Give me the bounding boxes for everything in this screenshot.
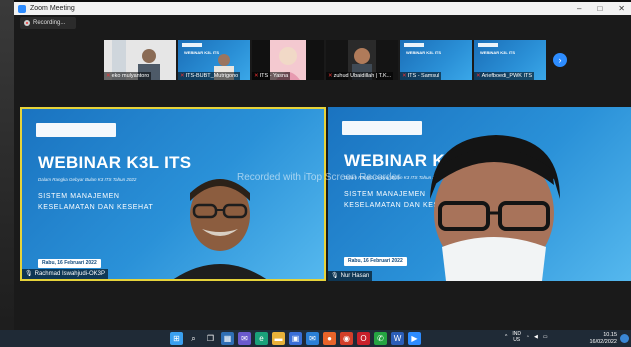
desktop-edge <box>0 0 14 347</box>
participant-thumb[interactable]: ✕zuhud Ubaidillah | T.K... <box>326 40 398 80</box>
chevron-right-icon[interactable]: › <box>553 53 567 67</box>
whatsapp-icon[interactable]: ✆ <box>374 332 387 345</box>
participant-thumb[interactable]: ✕eko mulyantoro <box>104 40 176 80</box>
participant-thumb[interactable]: WEBINAR K3L ITS ✕ITS - Samsul <box>400 40 472 80</box>
chat-icon[interactable]: ✉ <box>238 332 251 345</box>
muted-mic-icon: ✕ <box>106 73 111 79</box>
slide-date: Rabu, 16 Februari 2022 <box>344 257 407 266</box>
participant-name: ✕eko mulyantoro <box>104 72 152 80</box>
store-icon[interactable]: ▣ <box>289 332 302 345</box>
mic-icon: 🎙 <box>25 271 33 277</box>
participant-name: ✕Ariefboedi_PWK ITS <box>474 72 535 80</box>
screen: Zoom Meeting – □ ✕ Recording... ✕eko mul… <box>0 0 631 347</box>
edge-icon[interactable]: e <box>255 332 268 345</box>
participant-name: ✕ITS - Samsul <box>400 72 442 80</box>
muted-mic-icon: ✕ <box>476 73 481 79</box>
participant-name: ✕ITS - Yasna <box>252 72 291 80</box>
language-indicator[interactable]: IND US <box>512 331 521 343</box>
slide-logos <box>36 123 116 137</box>
muted-mic-icon: ✕ <box>328 73 333 79</box>
chrome-icon[interactable]: ◉ <box>340 332 353 345</box>
widgets-icon[interactable]: ▦ <box>221 332 234 345</box>
zoom-icon[interactable]: ▶ <box>408 332 421 345</box>
participant-name-label: 🎙 Nur Hasan <box>328 271 373 281</box>
wifi-icon[interactable]: ◔ <box>526 334 529 340</box>
mail-icon[interactable]: ✉ <box>306 332 319 345</box>
participant-name-label: 🎙 Rachmad Iswahjudi-OK3P <box>22 269 108 279</box>
opera-icon[interactable]: O <box>357 332 370 345</box>
word-icon[interactable]: W <box>391 332 404 345</box>
window-titlebar[interactable]: Zoom Meeting – □ ✕ <box>14 2 631 15</box>
recording-label: Recording... <box>33 20 66 26</box>
speaker-video <box>174 179 266 279</box>
muted-mic-icon: ✕ <box>180 73 185 79</box>
taskbar: ⊞ ⌕ ❐ ▦ ✉ e ▬ ▣ ✉ ● ◉ O ✆ W ▶ ^ IND US ◔ … <box>0 330 631 347</box>
firefox-icon[interactable]: ● <box>323 332 336 345</box>
minimize-button[interactable]: – <box>577 2 581 15</box>
muted-mic-icon: ✕ <box>254 73 259 79</box>
task-view-icon[interactable]: ❐ <box>204 332 217 345</box>
participant-thumb[interactable]: WEBINAR K3L ITS ✕ITS-BUBT_Mutrigono <box>178 40 250 80</box>
notification-icon[interactable] <box>620 334 629 343</box>
slide-logos <box>342 121 422 135</box>
maximize-button[interactable]: □ <box>597 2 602 15</box>
participant-name: ✕ITS-BUBT_Mutrigono <box>178 72 241 80</box>
participant-video <box>430 135 560 281</box>
clock-time: 10.15 <box>603 332 617 338</box>
file-explorer-icon[interactable]: ▬ <box>272 332 285 345</box>
close-button[interactable]: ✕ <box>618 2 625 15</box>
recorder-watermark: Recorded with iTop Screen Recorder <box>237 172 401 183</box>
participant-tile[interactable]: WEBINAR K3L ITS Dalam Rangka Gebyar Bula… <box>328 107 631 281</box>
zoom-app-icon <box>18 4 26 13</box>
windows-icon[interactable]: ⊞ <box>170 332 183 345</box>
battery-icon[interactable]: ▭ <box>543 334 548 340</box>
slide-title: WEBINAR K3L ITS <box>38 153 192 172</box>
record-icon <box>24 20 30 26</box>
clock[interactable]: 10.15 16/02/2022 <box>589 332 617 346</box>
slide-subtitle: Dalam Rangka Gebyar Bulan K3 ITS Tahun 2… <box>38 177 137 182</box>
speaker-tile[interactable]: WEBINAR K3L ITS Dalam Rangka Gebyar Bula… <box>20 107 326 281</box>
volume-icon[interactable]: ◀ <box>534 334 538 340</box>
chevron-up-icon[interactable]: ^ <box>505 334 507 340</box>
clock-date: 16/02/2022 <box>589 339 617 345</box>
mic-icon: 🎙 <box>331 273 339 279</box>
participant-name: ✕zuhud Ubaidillah | T.K... <box>326 72 394 80</box>
search-icon[interactable]: ⌕ <box>187 332 200 345</box>
window-title: Zoom Meeting <box>30 5 75 12</box>
participant-thumb[interactable]: ✕ITS - Yasna <box>252 40 324 80</box>
muted-mic-icon: ✕ <box>402 73 407 79</box>
recording-indicator[interactable]: Recording... <box>20 17 76 29</box>
participant-thumb[interactable]: WEBINAR K3L ITS ✕Ariefboedi_PWK ITS <box>474 40 546 80</box>
participant-strip: ✕eko mulyantoro WEBINAR K3L ITS ✕ITS-BUB… <box>104 40 546 80</box>
slide-topic: SISTEM MANAJEMEN KESELAMATAN DAN KESEHAT <box>38 193 154 211</box>
system-tray: ^ IND US ◔ ◀ ▭ <box>505 331 548 343</box>
slide-date: Rabu, 16 Februari 2022 <box>38 259 101 268</box>
